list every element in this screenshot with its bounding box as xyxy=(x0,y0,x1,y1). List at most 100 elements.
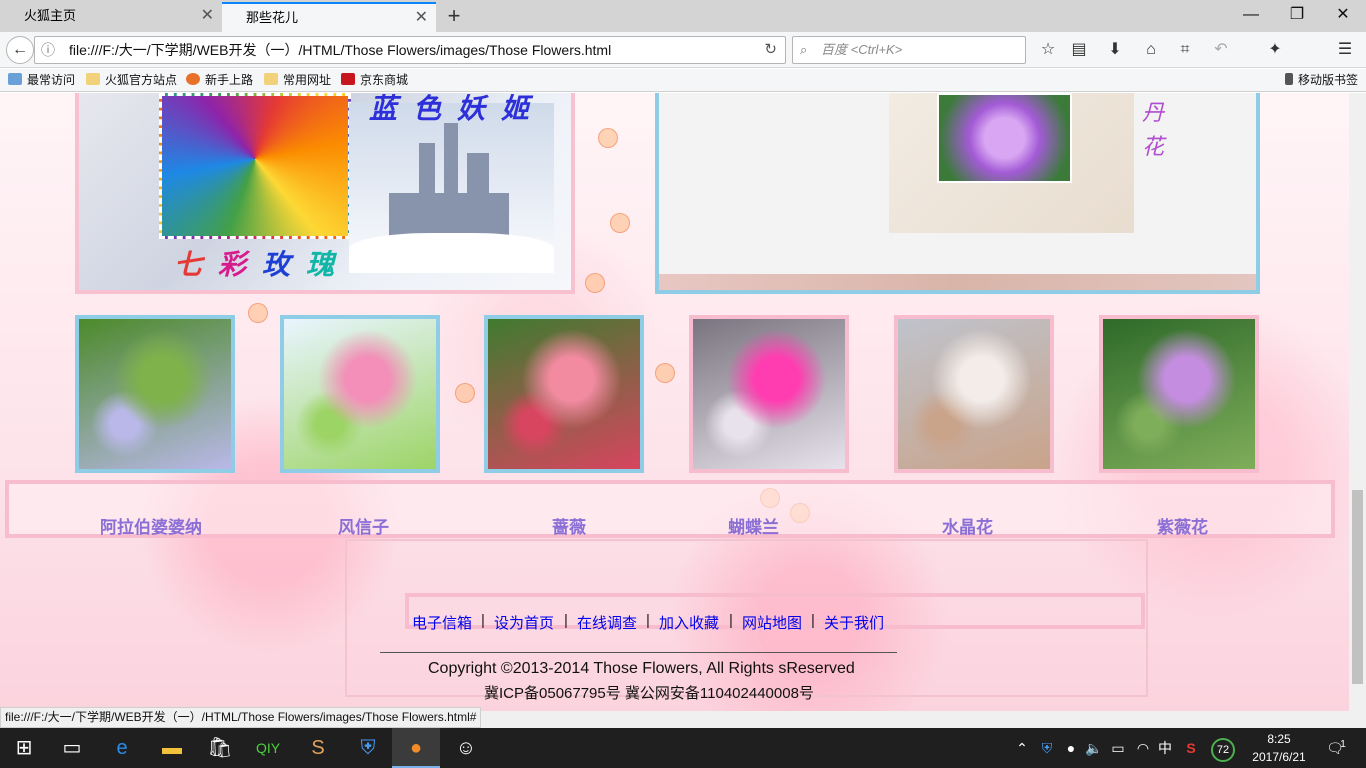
windows-taskbar: ⊞ ▭ e ▬ 🛍 QIY S ⛨ ● ☺ ⌃ ⛨ ● 🔈 ▭ ◠ 中 S 72… xyxy=(0,728,1366,768)
bookmark-jd[interactable]: 京东商城 xyxy=(341,71,408,90)
undo-icon[interactable]: ↶ xyxy=(1208,37,1234,63)
file-explorer-icon[interactable]: ▬ xyxy=(148,728,196,768)
tray-qq-icon[interactable]: ● xyxy=(1060,728,1082,768)
petal-decoration xyxy=(248,303,268,323)
notification-count: 1 xyxy=(1340,739,1346,750)
tab-label: 那些花儿 xyxy=(246,10,299,25)
link-separator: | xyxy=(564,612,568,629)
banner-title-blue-enchantress: 蓝色妖姬 xyxy=(369,93,546,125)
clock-time: 8:25 xyxy=(1267,732,1291,746)
page-content: 蓝色妖姬 七彩玫瑰 丹 花 阿拉伯婆婆纳 风信子 蔷薇 蝴蝶兰 水晶花 紫薇花 电子信箱 |… xyxy=(0,93,1349,711)
home-icon[interactable]: ⌂ xyxy=(1138,37,1164,63)
bookmark-getting-started[interactable]: 新手上路 xyxy=(186,71,253,90)
minimize-icon[interactable]: — xyxy=(1228,0,1274,30)
sogou-icon[interactable]: S xyxy=(1180,728,1202,768)
tab-firefox-home[interactable]: 火狐主页 ✕ xyxy=(0,2,222,32)
petal-decoration xyxy=(655,363,675,383)
rainbow-rose-image xyxy=(159,93,351,239)
search-placeholder: 百度 <Ctrl+K> xyxy=(821,42,903,57)
volume-icon[interactable]: 🔈 xyxy=(1084,728,1104,768)
flower-name-link[interactable]: 紫薇花 xyxy=(1157,513,1208,538)
firefox-taskbar-icon[interactable]: ● xyxy=(392,728,440,768)
flower-thumbnail[interactable] xyxy=(689,315,849,473)
bookmark-mobile[interactable]: 移动版书签 xyxy=(1285,71,1358,90)
bookmark-firefox-official[interactable]: 火狐官方站点 xyxy=(86,71,177,90)
banner-title-seven-color-rose: 七彩玫瑰 xyxy=(174,248,351,281)
edge-browser-icon[interactable]: e xyxy=(98,728,146,768)
petal-decoration xyxy=(610,213,630,233)
close-tab-icon[interactable]: ✕ xyxy=(415,4,428,32)
banner-seven-color-rose: 蓝色妖姬 七彩玫瑰 xyxy=(75,93,575,294)
search-icon: ⌕ xyxy=(800,42,808,57)
flower-image xyxy=(898,319,1050,469)
panda-app-icon[interactable]: ☺ xyxy=(442,728,490,768)
flower-image xyxy=(488,319,640,469)
footer-link[interactable]: 设为首页 xyxy=(494,612,554,633)
vertical-scrollbar-thumb[interactable] xyxy=(1352,490,1363,684)
back-arrow-icon[interactable]: ← xyxy=(6,36,34,64)
reload-icon[interactable]: ↻ xyxy=(764,37,777,63)
flower-image xyxy=(79,319,231,469)
close-tab-icon[interactable]: ✕ xyxy=(201,2,214,30)
shield-app-icon[interactable]: ⛨ xyxy=(344,728,392,768)
sublime-icon[interactable]: S xyxy=(294,728,342,768)
link-separator: | xyxy=(729,612,733,629)
banner-title-peony: 丹 花 xyxy=(1142,101,1165,160)
flower-name-link[interactable]: 阿拉伯婆婆纳 xyxy=(100,513,202,538)
footer-link[interactable]: 加入收藏 xyxy=(659,612,719,633)
peony-image xyxy=(937,93,1072,183)
bookmark-most-visited[interactable]: 最常访问 xyxy=(8,71,75,90)
tray-shield-icon[interactable]: ⛨ xyxy=(1036,728,1058,768)
link-separator: | xyxy=(811,612,815,629)
star-folder-icon xyxy=(8,73,22,85)
flower-name-link[interactable]: 蔷薇 xyxy=(552,513,586,538)
flower-name-link[interactable]: 蝴蝶兰 xyxy=(728,513,779,538)
folder-icon xyxy=(86,73,100,85)
info-icon[interactable]: ⓘ xyxy=(41,37,55,63)
footer-link[interactable]: 电子信箱 xyxy=(412,612,472,633)
bookmark-star-icon[interactable]: ☆ xyxy=(1035,37,1061,63)
task-view-icon[interactable]: ▭ xyxy=(48,728,96,768)
wifi-icon[interactable]: ◠ xyxy=(1132,728,1154,768)
flower-name-link[interactable]: 风信子 xyxy=(338,513,389,538)
system-clock[interactable]: 8:25 2017/6/21 xyxy=(1246,730,1312,766)
bookmark-common-sites[interactable]: 常用网址 xyxy=(264,71,331,90)
iqiyi-icon[interactable]: QIY xyxy=(244,728,292,768)
search-input[interactable]: ⌕ 百度 <Ctrl+K> xyxy=(792,36,1026,64)
menu-hamburger-icon[interactable]: ☰ xyxy=(1332,37,1358,63)
close-window-icon[interactable]: ✕ xyxy=(1320,0,1366,30)
tab-those-flowers[interactable]: 那些花儿 ✕ xyxy=(222,2,436,32)
folder-icon xyxy=(264,73,278,85)
download-icon[interactable]: ⬇ xyxy=(1102,37,1128,63)
restore-icon[interactable]: ❐ xyxy=(1274,0,1320,30)
petal-decoration xyxy=(455,383,475,403)
flower-name-link[interactable]: 水晶花 xyxy=(942,513,993,538)
windows-start-icon[interactable]: ⊞ xyxy=(0,728,48,768)
url-bar[interactable]: ⓘ file:///F:/大一/下学期/WEB开发（一）/HTML/Those … xyxy=(34,36,786,64)
perf-badge[interactable]: 72 xyxy=(1210,728,1236,768)
flower-image xyxy=(693,319,845,469)
footer-link[interactable]: 在线调查 xyxy=(577,612,637,633)
reading-list-icon[interactable]: ▤ xyxy=(1066,37,1092,63)
mobile-icon xyxy=(1285,73,1293,85)
battery-icon[interactable]: ▭ xyxy=(1108,728,1128,768)
flower-image xyxy=(1103,319,1255,469)
flower-thumbnail[interactable] xyxy=(75,315,235,473)
addon-icon[interactable]: ✦ xyxy=(1262,37,1288,63)
flower-image xyxy=(284,319,436,469)
screenshot-crop-icon[interactable]: ⌗ xyxy=(1172,37,1198,63)
new-tab-plus-icon[interactable]: + xyxy=(440,2,468,30)
store-icon[interactable]: 🛍 xyxy=(196,728,244,768)
flower-thumbnail[interactable] xyxy=(484,315,644,473)
flower-thumbnail[interactable] xyxy=(280,315,440,473)
firefox-icon xyxy=(186,73,200,85)
footer-link[interactable]: 关于我们 xyxy=(824,612,884,633)
banner-peony: 丹 花 xyxy=(655,93,1260,294)
footer-link[interactable]: 网站地图 xyxy=(742,612,802,633)
flower-thumbnail[interactable] xyxy=(1099,315,1259,473)
ime-indicator[interactable]: 中 xyxy=(1156,728,1174,768)
flower-thumbnail[interactable] xyxy=(894,315,1054,473)
tray-expand-icon[interactable]: ⌃ xyxy=(1012,728,1032,768)
tab-label: 火狐主页 xyxy=(24,8,77,23)
petal-decoration xyxy=(598,128,618,148)
